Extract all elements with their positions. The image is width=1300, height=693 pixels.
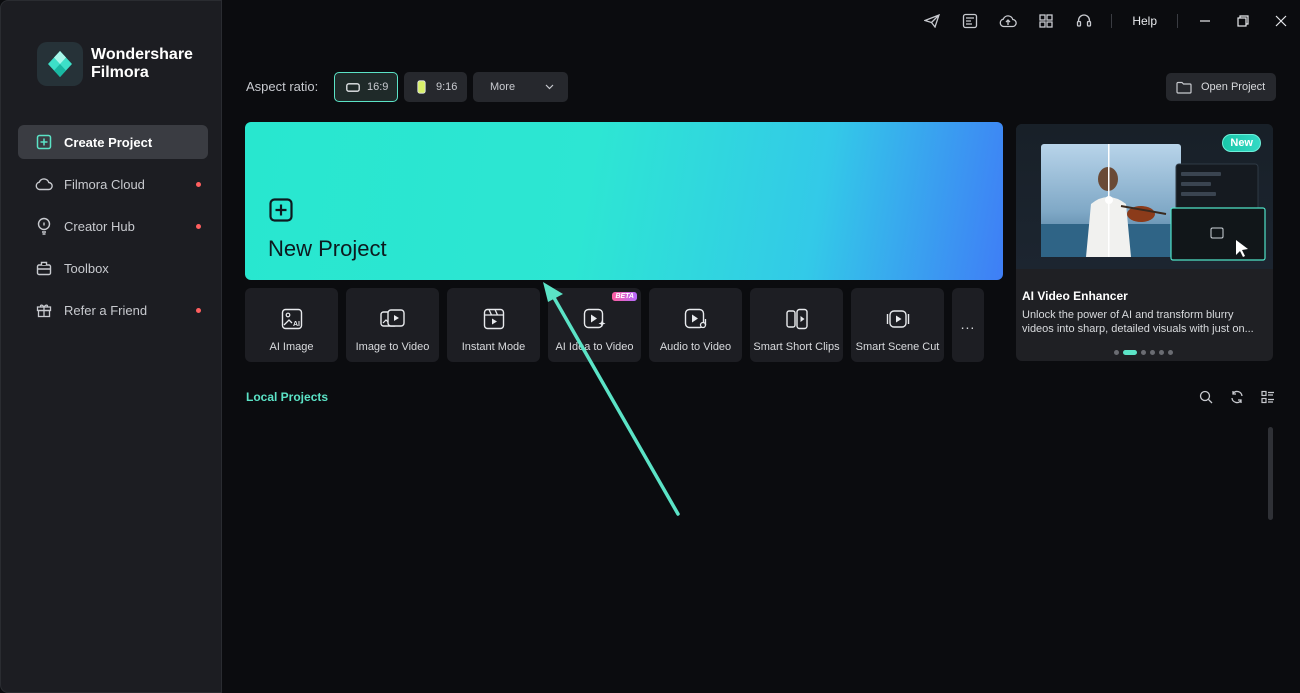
brand-line-2: Filmora	[91, 64, 149, 81]
sidebar-item-refer-a-friend[interactable]: Refer a Friend	[18, 293, 208, 327]
aspect-9-16-button[interactable]: 9:16	[404, 72, 467, 102]
svg-text:AI: AI	[293, 321, 300, 328]
sidebar-item-label: Filmora Cloud	[64, 176, 145, 192]
headset-icon[interactable]	[1065, 8, 1103, 34]
smart-short-clips-icon	[785, 307, 809, 331]
local-projects-toolbar	[1190, 387, 1283, 407]
tool-smart-scene-cut[interactable]: Smart Scene Cut	[851, 288, 944, 362]
notification-dot	[196, 182, 201, 187]
help-button[interactable]: Help	[1120, 14, 1169, 28]
tool-label: Instant Mode	[461, 341, 526, 353]
pager-dot[interactable]	[1114, 350, 1119, 355]
folder-icon	[1176, 81, 1192, 94]
audio-to-video-icon	[684, 307, 708, 331]
send-icon[interactable]	[913, 8, 951, 34]
pager-dot[interactable]	[1159, 350, 1164, 355]
sidebar-item-label: Refer a Friend	[64, 302, 148, 318]
promo-description: Unlock the power of AI and transform blu…	[1022, 309, 1254, 335]
tool-ai-image[interactable]: AI AI Image	[245, 288, 338, 362]
titlebar-divider	[1177, 14, 1178, 28]
sidebar: Wondershare Filmora Create Project Filmo…	[0, 0, 222, 693]
open-project-label: Open Project	[1201, 81, 1266, 93]
sidebar-item-label: Creator Hub	[64, 218, 135, 234]
search-icon[interactable]	[1190, 387, 1221, 407]
aspect-ratio-label: Aspect ratio:	[246, 79, 319, 94]
promo-pager	[1114, 350, 1177, 355]
notification-dot	[196, 224, 201, 229]
sidebar-nav: Create Project Filmora Cloud Creator Hub…	[18, 125, 208, 335]
new-project-label: New Project	[268, 236, 387, 261]
aspect-more-dropdown[interactable]: More	[473, 72, 568, 102]
beta-badge: BETA	[612, 292, 637, 301]
chevron-down-icon	[545, 84, 554, 90]
close-icon[interactable]	[1262, 8, 1300, 34]
aspect-option-label: 16:9	[367, 81, 389, 93]
more-tools-button[interactable]: ...	[952, 288, 984, 362]
smart-scene-cut-icon	[886, 307, 910, 331]
scrollbar[interactable]	[1268, 427, 1273, 520]
plus-square-icon	[269, 198, 293, 227]
app-logo: Wondershare Filmora	[37, 42, 193, 86]
aspect-16-9-button[interactable]: 16:9	[334, 72, 398, 102]
tool-smart-short-clips[interactable]: Smart Short Clips	[750, 288, 843, 362]
promo-title: AI Video Enhancer	[1022, 289, 1128, 303]
new-badge: New	[1222, 134, 1261, 152]
title-bar: Help	[913, 8, 1300, 34]
sidebar-item-creator-hub[interactable]: Creator Hub	[18, 209, 208, 243]
brand-line-1: Wondershare	[91, 46, 193, 63]
refresh-icon[interactable]	[1221, 387, 1252, 407]
landscape-icon	[346, 82, 360, 92]
restore-icon[interactable]	[1224, 8, 1262, 34]
tool-label: Smart Short Clips	[753, 341, 840, 353]
minimize-icon[interactable]	[1186, 8, 1224, 34]
tool-label: Audio to Video	[659, 341, 732, 353]
new-project-card[interactable]: New Project	[245, 122, 1003, 280]
plus-square-icon	[34, 132, 54, 152]
aspect-option-label: 9:16	[436, 81, 458, 93]
tool-image-to-video[interactable]: Image to Video	[346, 288, 439, 362]
tool-label: Image to Video	[355, 341, 430, 353]
tool-instant-mode[interactable]: Instant Mode	[447, 288, 540, 362]
filmora-logo-icon	[37, 42, 83, 86]
pager-dot-active[interactable]	[1123, 350, 1137, 355]
open-project-button[interactable]: Open Project	[1166, 73, 1276, 101]
image-to-video-icon	[379, 307, 406, 331]
more-label: More	[490, 81, 516, 93]
ai-image-icon: AI	[281, 307, 303, 331]
tool-label: Smart Scene Cut	[855, 341, 940, 353]
apps-grid-icon[interactable]	[1027, 8, 1065, 34]
tool-label: AI Idea to Video	[555, 341, 634, 353]
ai-idea-video-icon	[583, 307, 607, 331]
sidebar-item-label: Create Project	[64, 134, 153, 150]
tool-ai-idea-to-video[interactable]: BETA AI Idea to Video	[548, 288, 641, 362]
tool-label: AI Image	[269, 341, 314, 353]
tool-shortcuts: AI AI Image Image to Video Instant Mode …	[245, 288, 992, 362]
bulb-icon	[34, 216, 54, 236]
sidebar-item-label: Toolbox	[64, 260, 109, 276]
tool-audio-to-video[interactable]: Audio to Video	[649, 288, 742, 362]
promo-card[interactable]: New AI Video Enhancer Unlock the power o…	[1016, 124, 1273, 361]
list-view-icon[interactable]	[1252, 387, 1283, 407]
portrait-icon	[417, 80, 426, 94]
pager-dot[interactable]	[1150, 350, 1155, 355]
more-dots-icon: ...	[960, 316, 976, 332]
local-projects-title: Local Projects	[246, 390, 329, 404]
titlebar-divider	[1111, 14, 1113, 28]
sidebar-item-toolbox[interactable]: Toolbox	[18, 251, 208, 285]
cloud-upload-icon[interactable]	[989, 8, 1027, 34]
sidebar-item-create-project[interactable]: Create Project	[18, 125, 208, 159]
instant-mode-icon	[483, 307, 505, 331]
sidebar-item-filmora-cloud[interactable]: Filmora Cloud	[18, 167, 208, 201]
cloud-icon	[34, 174, 54, 194]
tasks-icon[interactable]	[951, 8, 989, 34]
pager-dot[interactable]	[1141, 350, 1146, 355]
gift-icon	[34, 300, 54, 320]
toolbox-icon	[34, 258, 54, 278]
notification-dot	[196, 308, 201, 313]
pager-dot[interactable]	[1168, 350, 1173, 355]
